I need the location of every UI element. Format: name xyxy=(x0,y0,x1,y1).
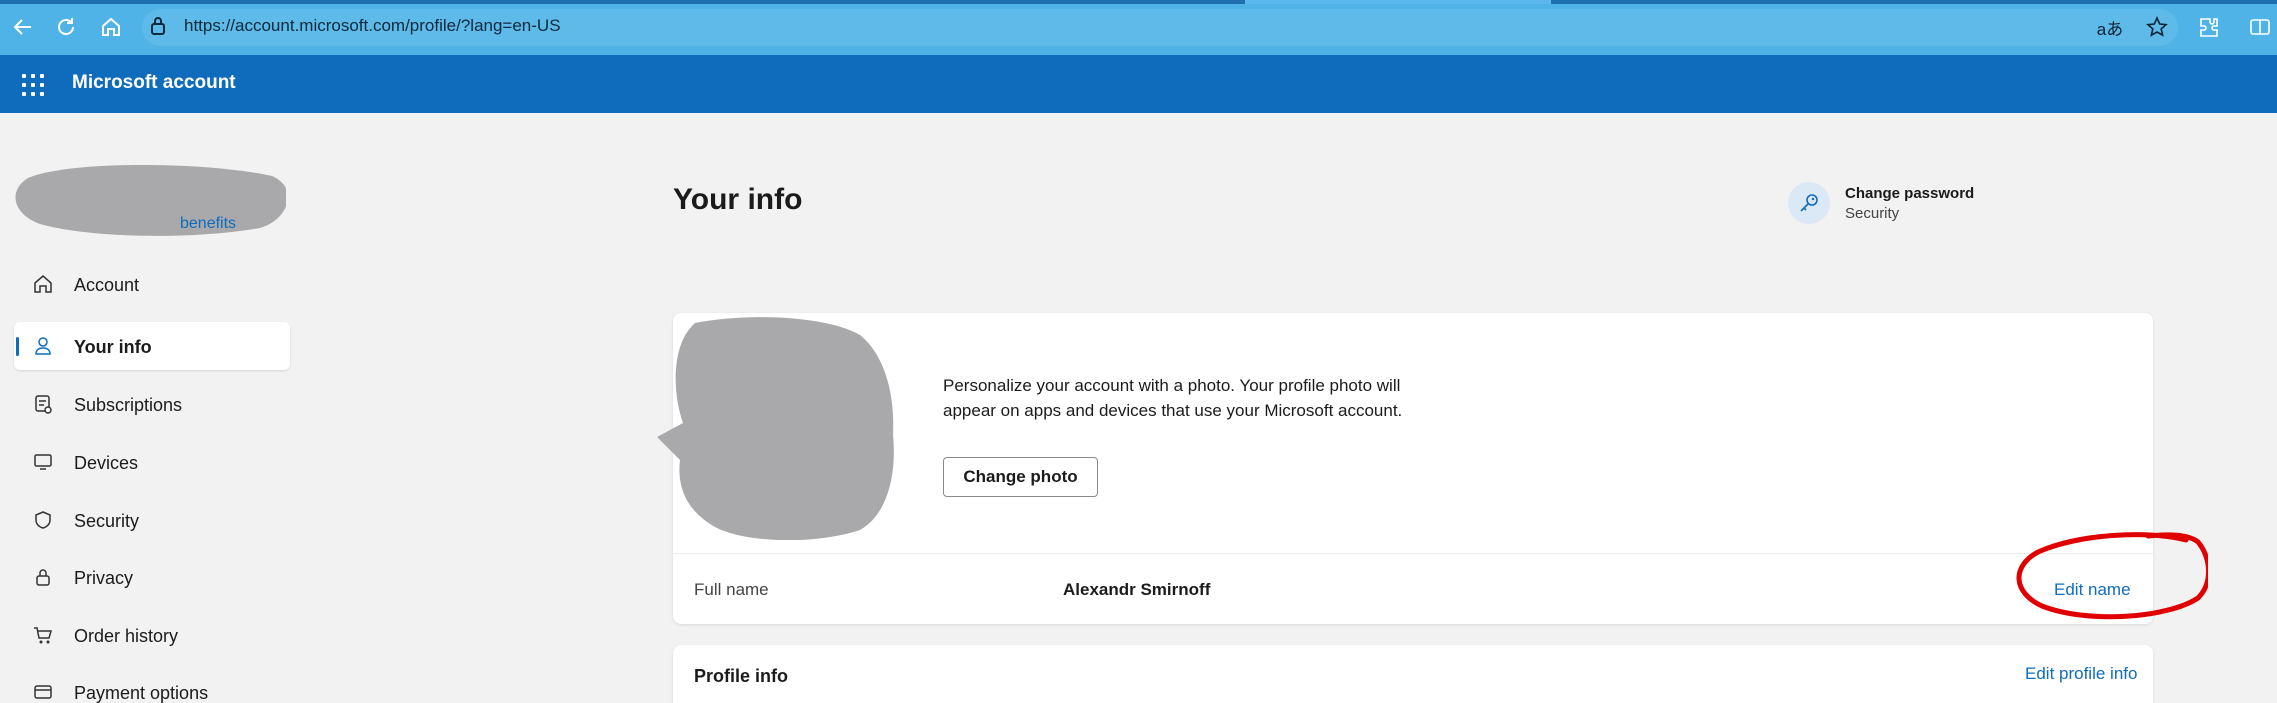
benefits-link[interactable]: benefits xyxy=(180,215,236,233)
sidebar-item-label: Payment options xyxy=(74,683,209,703)
redacted-profile xyxy=(15,165,286,236)
back-arrow-icon xyxy=(13,19,31,35)
key-icon[interactable] xyxy=(1788,182,1830,224)
refresh-button[interactable] xyxy=(51,12,81,42)
page-title: Your info xyxy=(673,183,803,216)
split-screen-icon[interactable] xyxy=(2246,13,2274,41)
sidebar-item-your-info[interactable]: Your info xyxy=(14,322,290,370)
sidebar-item-label: Your info xyxy=(74,337,152,357)
change-password-link[interactable]: Change password xyxy=(1845,185,1974,202)
profile-info-card xyxy=(673,645,2153,703)
app-title[interactable]: Microsoft account xyxy=(72,72,236,94)
app-launcher-icon[interactable] xyxy=(20,72,44,96)
person-icon xyxy=(32,335,54,357)
sidebar-item-account[interactable]: Account xyxy=(14,260,290,308)
full-name-value: Alexandr Smirnoff xyxy=(1063,580,1211,599)
home-icon xyxy=(32,273,54,295)
read-aloud-icon[interactable]: aあ xyxy=(2096,13,2124,41)
favorite-star-icon[interactable] xyxy=(2143,13,2171,41)
profile-info-title: Profile info xyxy=(694,666,788,686)
monitor-icon xyxy=(32,451,54,473)
photo-description: Personalize your account with a photo. Y… xyxy=(943,376,1403,420)
edit-profile-info-link[interactable]: Edit profile info xyxy=(2025,664,2137,684)
sidebar-item-label: Subscriptions xyxy=(74,395,183,415)
sidebar-item-order-history[interactable]: Order history xyxy=(14,611,290,659)
sidebar-item-label: Order history xyxy=(74,626,179,646)
sidebar-item-label: Privacy xyxy=(74,568,134,588)
sidebar-item-subscriptions[interactable]: Subscriptions xyxy=(14,380,290,428)
tab-strip xyxy=(0,0,2277,4)
active-tab-indicator xyxy=(1245,0,1551,4)
card-divider xyxy=(673,553,2153,554)
sidebar-item-label: Devices xyxy=(74,453,139,473)
back-button[interactable] xyxy=(8,12,38,42)
lock-icon xyxy=(150,16,166,41)
sidebar-item-security[interactable]: Security xyxy=(14,496,290,544)
sidebar-item-payment-options[interactable]: Payment options xyxy=(14,668,290,703)
redacted-profile-photo xyxy=(657,317,894,540)
url-text[interactable]: https://account.microsoft.com/profile/?l… xyxy=(184,16,561,36)
annotation-circle xyxy=(2016,532,2208,620)
sidebar-item-privacy[interactable]: Privacy xyxy=(14,553,290,601)
change-photo-button[interactable]: Change photo xyxy=(943,457,1098,497)
home-icon xyxy=(102,17,120,36)
shield-icon xyxy=(32,509,54,531)
sidebar-item-label: Account xyxy=(74,275,140,295)
sidebar-item-label: Security xyxy=(74,511,140,531)
refresh-icon xyxy=(58,18,74,35)
subscriptions-icon xyxy=(32,393,54,415)
extensions-icon[interactable] xyxy=(2195,13,2223,41)
lock-icon xyxy=(32,566,54,588)
full-name-label: Full name xyxy=(694,580,769,599)
cart-icon xyxy=(32,624,54,646)
home-button[interactable] xyxy=(96,12,126,42)
change-password-subtitle: Security xyxy=(1845,205,1900,222)
sidebar-item-devices[interactable]: Devices xyxy=(14,438,290,486)
card-icon xyxy=(32,681,54,703)
app-header: Microsoft account xyxy=(0,55,2277,113)
